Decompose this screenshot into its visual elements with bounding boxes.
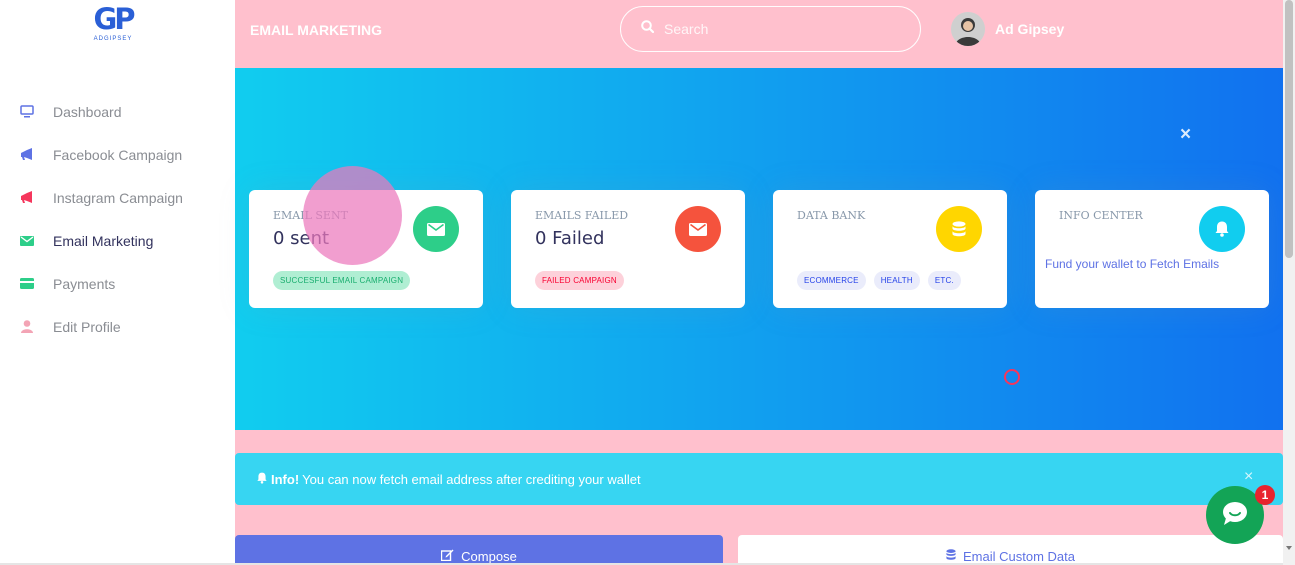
card-badges: FAILED CAMPAIGN — [535, 271, 632, 290]
user-name: Ad Gipsey — [995, 21, 1065, 37]
top-navbar: EMAIL MARKETING Ad Gipsey — [235, 0, 1283, 68]
sidebar-item-label: Edit Profile — [53, 318, 121, 335]
loading-ring — [1004, 369, 1020, 385]
scroll-down-icon[interactable] — [1286, 546, 1292, 550]
card-badges: SUCCESFUL EMAIL CAMPAIGN — [273, 271, 418, 290]
scrollbar-thumb[interactable] — [1285, 0, 1293, 258]
notification-badge: 1 — [1255, 485, 1275, 505]
page-title: EMAIL MARKETING — [250, 22, 382, 38]
sidebar-item-label: Dashboard — [53, 103, 122, 120]
user-icon — [19, 319, 35, 335]
logo-mark: GP — [93, 2, 135, 36]
credit-card-icon — [19, 276, 35, 292]
close-icon[interactable]: × — [1244, 468, 1253, 486]
envelope-icon — [19, 233, 35, 249]
card-title: INFO CENTER — [1059, 209, 1143, 222]
info-alert: Info! You can now fetch email address af… — [235, 453, 1283, 505]
card-title: DATA BANK — [797, 209, 866, 222]
sidebar-item-label: Payments — [53, 275, 116, 292]
sidebar-item-facebook-campaign[interactable]: Facebook Campaign — [0, 133, 235, 176]
avatar — [951, 12, 985, 46]
monitor-icon — [19, 104, 35, 120]
bell-icon — [257, 472, 267, 487]
envelope-icon — [675, 206, 721, 252]
megaphone-icon — [19, 147, 35, 163]
sidebar-item-label: Instagram Campaign — [53, 189, 183, 206]
tag-badge: ETC. — [927, 271, 961, 290]
sidebar-item-payments[interactable]: Payments — [0, 262, 235, 305]
scrollbar[interactable] — [1283, 0, 1295, 565]
search-input[interactable] — [664, 21, 884, 37]
click-highlight — [303, 166, 402, 265]
status-badge: SUCCESFUL EMAIL CAMPAIGN — [273, 271, 411, 290]
sidebar-item-email-marketing[interactable]: Email Marketing — [0, 219, 235, 262]
info-text: Fund your wallet to Fetch Emails — [1045, 257, 1220, 271]
card-value: 0 Failed — [535, 228, 605, 249]
status-badge: FAILED CAMPAIGN — [535, 271, 624, 290]
compose-button[interactable]: Compose — [235, 535, 723, 565]
sidebar-item-label: Email Marketing — [53, 232, 154, 249]
stat-card-emails-failed: EMAILS FAILED 0 Failed FAILED CAMPAIGN — [511, 190, 745, 308]
envelope-icon — [413, 206, 459, 252]
close-icon[interactable]: × — [1180, 124, 1191, 146]
card-badges: ECOMMERCE HEALTH ETC. — [797, 271, 969, 290]
sidebar-item-dashboard[interactable]: Dashboard — [0, 90, 235, 133]
search-icon — [641, 20, 655, 38]
alert-message: You can now fetch email address after cr… — [302, 471, 641, 487]
email-custom-data-button[interactable]: Email Custom Data — [738, 535, 1283, 565]
logo-text: ADGIPSEY — [93, 36, 133, 42]
sidebar-nav: Dashboard Facebook Campaign Instagram Ca… — [0, 90, 235, 348]
sidebar-item-edit-profile[interactable]: Edit Profile — [0, 305, 235, 348]
tag-badge: ECOMMERCE — [797, 271, 866, 290]
card-title: EMAILS FAILED — [535, 209, 629, 222]
bell-icon — [1199, 206, 1245, 252]
sidebar-item-label: Facebook Campaign — [53, 146, 183, 163]
megaphone-icon — [19, 190, 35, 206]
search-box[interactable] — [620, 6, 921, 52]
user-menu[interactable]: Ad Gipsey — [951, 12, 1064, 46]
database-icon — [936, 206, 982, 252]
chat-bubble-icon — [1221, 500, 1249, 531]
sidebar-item-instagram-campaign[interactable]: Instagram Campaign — [0, 176, 235, 219]
stat-card-data-bank: DATA BANK ECOMMERCE HEALTH ETC. — [773, 190, 1007, 308]
tag-badge: HEALTH — [873, 271, 920, 290]
brand-logo[interactable]: GP ADGIPSEY — [88, 4, 138, 42]
stat-card-info-center: INFO CENTER Fund your wallet to Fetch Em… — [1035, 190, 1269, 308]
alert-label: Info! — [271, 471, 300, 487]
stats-header: × EMAIL SENT 0 sent SUCCESFUL EMAIL CAMP… — [235, 68, 1283, 430]
sidebar: GP ADGIPSEY Dashboard Facebook Campaign … — [0, 0, 235, 565]
